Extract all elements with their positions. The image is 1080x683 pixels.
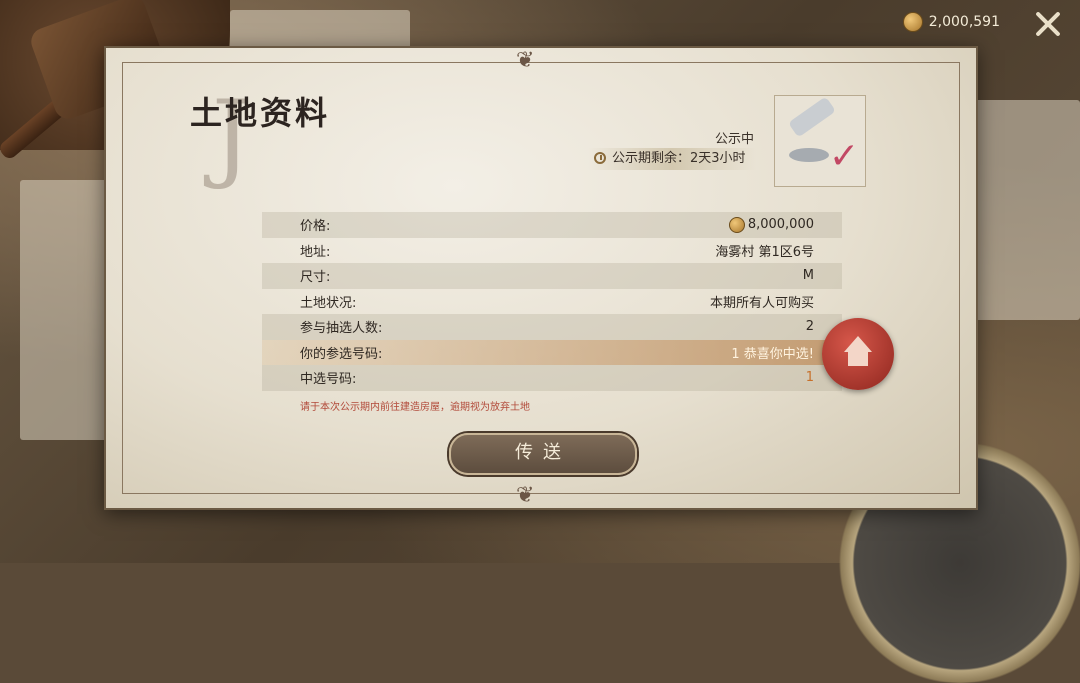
house-body [848, 352, 868, 366]
row-label: 价格: [300, 219, 331, 235]
status-label: 公示中 [714, 132, 754, 147]
table-row: 价格: 8,000,000 [262, 212, 842, 238]
row-label: 土地状况: [300, 295, 357, 311]
land-details-table: 价格: 8,000,000 地址: 海雾村 第1区6号 尺寸: M 土地状况: … [262, 212, 842, 391]
top-ornament: ❦ [516, 48, 535, 73]
row-value: 1 [805, 370, 814, 386]
price-value: 8,000,000 [747, 217, 814, 233]
close-button[interactable] [1034, 10, 1062, 38]
row-value: 1 恭喜你中选! [731, 346, 814, 362]
timer-text: 公示期剩余：2天3小时 [612, 151, 746, 166]
wax-seal-icon [822, 318, 894, 390]
teleport-button[interactable]: 传送 [449, 433, 637, 475]
row-label: 参与抽选人数: [300, 321, 383, 337]
table-row: 地址: 海雾村 第1区6号 [262, 238, 842, 264]
clock-icon [594, 152, 606, 164]
table-row: 尺寸: M [262, 263, 842, 289]
table-row-highlight: 你的参选号码: 1 恭喜你中选! [262, 339, 842, 365]
timer-badge: 公示期剩余：2天3小时 [588, 148, 756, 170]
page-title: 土地资料 [190, 94, 331, 132]
row-value: M [802, 268, 814, 284]
house-icon [844, 336, 872, 352]
background-paper [230, 10, 410, 50]
table-row: 土地状况: 本期所有人可购买 [262, 289, 842, 315]
row-value: 本期所有人可购买 [709, 295, 814, 311]
coin-icon [902, 12, 923, 32]
bottom-ornament: ❦ [516, 483, 535, 508]
row-label: 尺寸: [300, 270, 331, 286]
approval-stamp: ✓ [774, 95, 866, 187]
row-label: 你的参选号码: [300, 346, 383, 362]
table-row: 中选号码: 1 [262, 365, 842, 391]
currency-display: 2,000,591 [902, 12, 1000, 32]
checkmark-icon: ✓ [829, 136, 860, 177]
table-row: 参与抽选人数: 2 [262, 314, 842, 340]
row-value: 8,000,000 [728, 216, 814, 233]
coin-icon [728, 216, 745, 233]
stamp-gavel-icon [787, 96, 837, 138]
warning-note: 请于本次公示期内前往建造房屋，逾期视为放弃土地 [300, 402, 530, 413]
row-label: 中选号码: [300, 372, 357, 388]
stamp-base [789, 148, 829, 162]
row-label: 地址: [300, 244, 331, 260]
currency-amount: 2,000,591 [928, 14, 1000, 30]
row-value: 海雾村 第1区6号 [715, 244, 814, 260]
row-value: 2 [805, 319, 814, 335]
